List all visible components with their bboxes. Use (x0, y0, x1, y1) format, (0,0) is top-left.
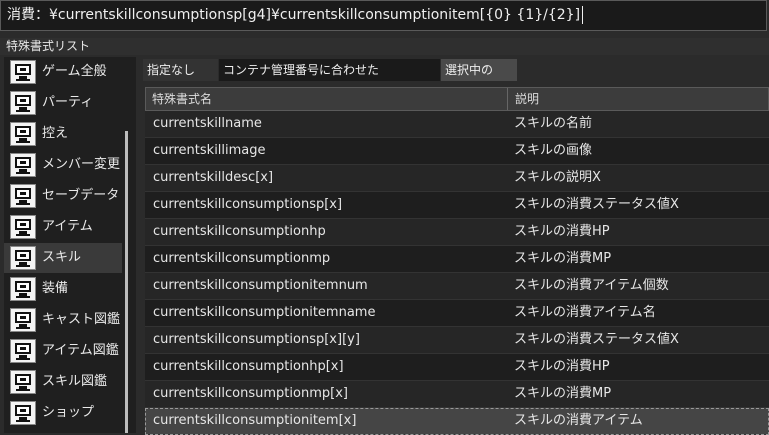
category-item-label: ゲーム全般 (42, 64, 107, 79)
section-title: 特殊書式リスト (0, 38, 769, 55)
category-item-label: アイテム図鑑 (42, 343, 119, 358)
table-row[interactable]: currentskillconsumptionmp[x] スキルの消費MP (145, 381, 769, 408)
category-item-label: セーブデータ (42, 188, 120, 203)
table-header: 特殊書式名 説明 (145, 87, 769, 111)
description-cell: スキルの消費アイテム名 (514, 305, 656, 320)
category-item-label: 装備 (42, 281, 69, 296)
category-item[interactable]: ショップ (4, 398, 122, 428)
description-cell: スキルの消費アイテム個数 (514, 278, 669, 293)
format-name-cell: currentskillconsumptionsp[x] (153, 197, 343, 212)
category-item[interactable]: セーブデータ (4, 181, 122, 211)
category-item-label: 控え (42, 126, 69, 141)
description-cell: スキルの消費MP (514, 251, 612, 266)
category-scrollbar-thumb[interactable] (125, 131, 128, 433)
monitor-icon (10, 246, 36, 270)
monitor-icon (10, 277, 36, 301)
monitor-icon (10, 370, 36, 394)
description-cell: スキルの名前 (514, 116, 593, 131)
table-row[interactable]: currentskillconsumptionsp[x][y] スキルの消費ステー… (145, 327, 769, 354)
format-name-cell: currentskillname (153, 116, 262, 131)
monitor-icon (10, 91, 36, 115)
category-list[interactable]: ゲーム全般パーティ控えメンバー変更 セーブデータ アイテムスキル装備キャスト図鑑 アイ… (4, 57, 136, 433)
description-cell: スキルの消費アイテム (514, 413, 643, 428)
monitor-icon (10, 339, 36, 363)
category-item[interactable]: パーティ (4, 88, 122, 118)
category-item-label: ショップ (42, 405, 95, 420)
tab-unspecified[interactable]: 指定なし (143, 59, 218, 81)
format-name-cell: currentskillconsumptionitem[x] (153, 413, 357, 428)
monitor-icon (10, 153, 36, 177)
column-header-name[interactable]: 特殊書式名 (146, 88, 508, 110)
description-cell: スキルの消費HP (514, 359, 610, 374)
category-item[interactable]: スキル (4, 243, 122, 273)
table-row[interactable]: currentskillname スキルの名前 (145, 111, 769, 138)
table-row[interactable]: currentskillconsumptionitemnum スキルの消費アイテム… (145, 273, 769, 300)
category-item[interactable]: アイテム図鑑 (4, 336, 122, 366)
category-scrollbar[interactable] (122, 57, 132, 433)
category-item[interactable]: アイテム (4, 212, 122, 242)
format-name-cell: currentskilldesc[x] (153, 170, 274, 185)
table-row[interactable]: currentskillconsumptionmp スキルの消費MP (145, 246, 769, 273)
category-item[interactable]: キャスト図鑑 (4, 305, 122, 335)
description-cell: スキルの消費ステータス値X (514, 197, 679, 212)
category-item[interactable]: スキル図鑑 (4, 367, 122, 397)
table-row[interactable]: currentskillconsumptionhp[x] スキルの消費HP (145, 354, 769, 381)
format-string-text: 消費：¥currentskillconsumptionsp[g4]¥curren… (7, 7, 581, 23)
description-cell: スキルの消費MP (514, 386, 612, 401)
category-item-label: アイテム (42, 219, 93, 234)
format-name-cell: currentskillconsumptionhp (153, 224, 326, 239)
monitor-icon (10, 60, 36, 84)
monitor-icon (10, 184, 36, 208)
table-row[interactable]: currentskillconsumptionhp スキルの消費HP (145, 219, 769, 246)
category-item-label: キャスト図鑑 (42, 312, 121, 327)
column-header-description[interactable]: 説明 (509, 88, 769, 110)
category-item-label: メンバー変更 (42, 157, 121, 172)
format-string-input[interactable]: 消費：¥currentskillconsumptionsp[g4]¥curren… (0, 0, 767, 31)
table-row[interactable]: currentskilldesc[x] スキルの説明X (145, 165, 769, 192)
table-row[interactable]: currentskillconsumptionsp[x] スキルの消費ステータス値… (145, 192, 769, 219)
table-row[interactable]: currentskillconsumptionitemname スキルの消費アイテ… (145, 300, 769, 327)
filter-tabs: 指定なし コンテナ管理番号に合わせた 選択中の (143, 59, 769, 81)
format-name-cell: currentskillconsumptionitemname (153, 305, 376, 320)
text-caret (582, 6, 584, 24)
monitor-icon (10, 215, 36, 239)
monitor-icon (10, 308, 36, 332)
category-item-label: パーティ (42, 95, 94, 110)
tab-container-index[interactable]: コンテナ管理番号に合わせた (219, 59, 440, 81)
monitor-icon (10, 122, 36, 146)
category-item-label: スキル図鑑 (42, 374, 108, 389)
table-row[interactable]: currentskillimage スキルの画像 (145, 138, 769, 165)
format-name-cell: currentskillconsumptionsp[x][y] (153, 332, 360, 347)
description-cell: スキルの画像 (514, 143, 593, 158)
description-cell: スキルの説明X (514, 170, 601, 185)
format-table: 特殊書式名 説明 currentskillname スキルの名前 currentsk… (145, 87, 769, 435)
description-cell: スキルの消費HP (514, 224, 610, 239)
format-name-cell: currentskillconsumptionhp[x] (153, 359, 344, 374)
monitor-icon (10, 401, 36, 425)
format-name-cell: currentskillconsumptionmp (153, 251, 331, 266)
format-name-cell: currentskillconsumptionitemnum (153, 278, 368, 293)
description-cell: スキルの消費ステータス値X (514, 332, 679, 347)
tab-selected[interactable]: 選択中の (441, 59, 517, 81)
category-item-label: スキル (42, 250, 82, 265)
format-name-cell: currentskillimage (153, 143, 266, 158)
category-item[interactable]: 控え (4, 119, 122, 149)
category-item[interactable]: メンバー変更 (4, 150, 122, 180)
format-name-cell: currentskillconsumptionmp[x] (153, 386, 348, 401)
category-item[interactable]: ゲーム全般 (4, 57, 122, 87)
table-row[interactable]: currentskillconsumptionitem[x] スキルの消費アイテム (145, 408, 769, 435)
category-item[interactable]: 装備 (4, 274, 122, 304)
